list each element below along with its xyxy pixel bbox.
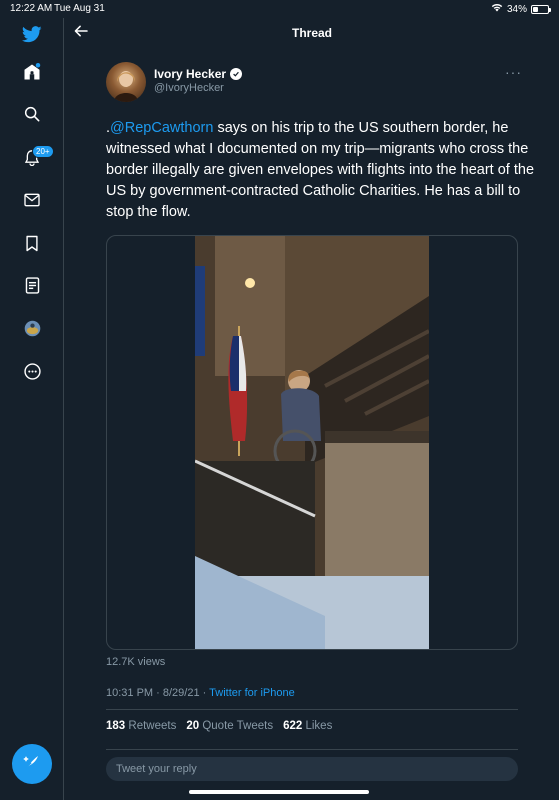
likes-count: 622 [283, 720, 303, 732]
tweet-timestamp[interactable]: 10:31 PM · 8/29/21 · [106, 687, 209, 699]
author-avatar[interactable] [106, 62, 146, 102]
tweet-stats: 183 Retweets 20 Quote Tweets 622 Likes [106, 720, 332, 732]
likes-stat[interactable]: 622 Likes [283, 720, 332, 732]
author-name[interactable]: Ivory Hecker [154, 67, 243, 81]
verified-badge-icon [230, 68, 243, 80]
bookmarks-icon[interactable] [20, 231, 44, 255]
battery-icon [531, 4, 551, 14]
divider [106, 749, 518, 750]
home-indicator[interactable] [189, 790, 369, 794]
reply-input[interactable] [106, 757, 518, 781]
thread-header: Thread [65, 18, 559, 48]
lists-icon[interactable] [20, 273, 44, 297]
compose-tweet-button[interactable] [12, 744, 52, 784]
messages-icon[interactable] [20, 188, 44, 212]
quote-tweets-stat[interactable]: 20 Quote Tweets [186, 720, 273, 732]
view-count: 12.7K views [106, 656, 166, 668]
battery-percent: 34% [506, 3, 527, 15]
status-bar: 12:22 AM Tue Aug 31 34% [0, 0, 559, 18]
main-column: Thread Ivory Hecker @IvoryHecker ··· .@R… [65, 18, 559, 800]
tweet-source-link[interactable]: Twitter for iPhone [209, 687, 295, 699]
home-icon[interactable] [20, 60, 44, 84]
tweet-meta: 10:31 PM · 8/29/21 · Twitter for iPhone [106, 687, 295, 699]
tweet-text: .@RepCawthorn says on his trip to the US… [106, 118, 546, 223]
likes-label: Likes [305, 720, 333, 732]
divider [106, 709, 518, 710]
video-player[interactable] [195, 236, 429, 649]
quote-tweets-label: Quote Tweets [202, 720, 274, 732]
explore-icon[interactable] [20, 102, 44, 126]
author-handle[interactable]: @IvoryHecker [154, 82, 224, 94]
tweet-more-options-icon[interactable]: ··· [505, 64, 522, 80]
retweets-label: Retweets [128, 720, 177, 732]
status-time: 12:22 AM [10, 3, 53, 14]
author-name-text: Ivory Hecker [154, 67, 227, 81]
wifi-icon [491, 3, 503, 15]
tweet-media[interactable] [106, 235, 518, 650]
notifications-badge: 20+ [32, 145, 54, 158]
mention-link[interactable]: @RepCawthorn [110, 120, 213, 136]
status-right: 34% [491, 3, 551, 15]
quote-tweets-count: 20 [186, 720, 200, 732]
status-date: Tue Aug 31 [54, 3, 105, 14]
page-title: Thread [291, 26, 332, 40]
twitter-logo-icon[interactable] [20, 22, 44, 46]
sidebar: 20+ [0, 18, 64, 800]
profile-avatar-icon[interactable] [20, 316, 44, 340]
compose-tweet-icon [23, 753, 41, 776]
retweets-stat[interactable]: 183 Retweets [106, 720, 176, 732]
more-icon[interactable] [20, 359, 44, 383]
retweets-count: 183 [106, 720, 126, 732]
battery-fill [533, 6, 538, 12]
